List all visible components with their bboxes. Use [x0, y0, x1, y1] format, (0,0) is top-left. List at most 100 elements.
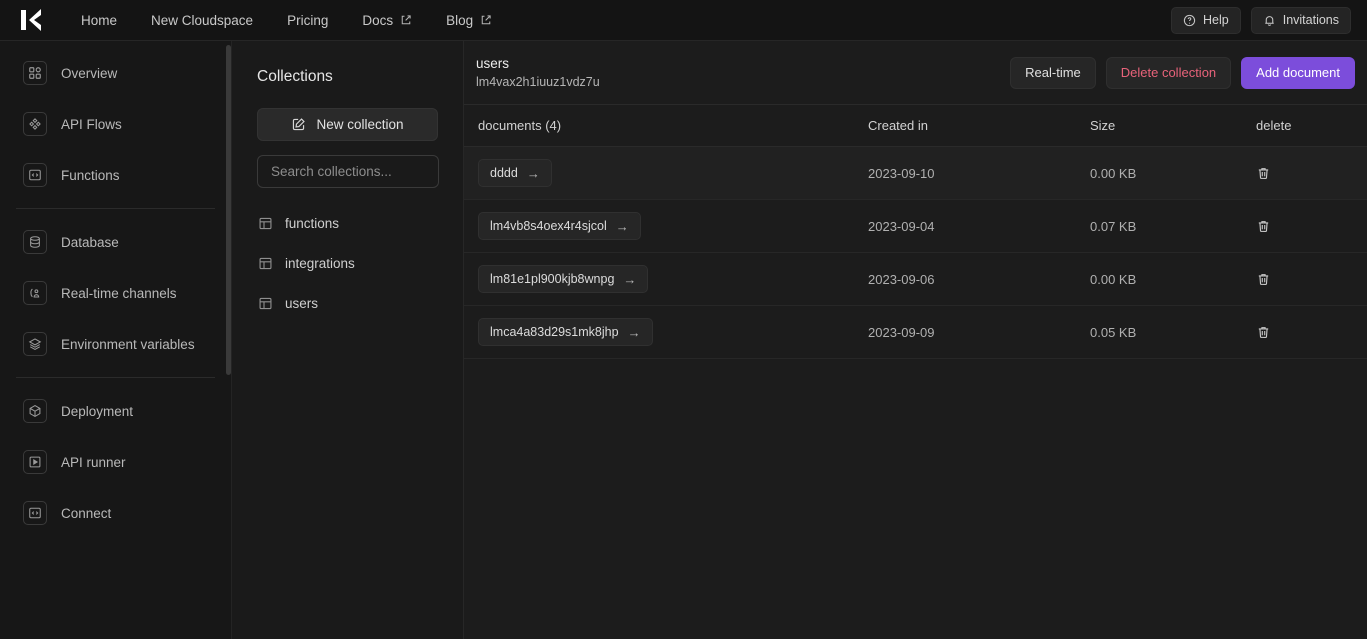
flows-icon — [23, 112, 47, 136]
nav-link-new-cloudspace[interactable]: New Cloudspace — [134, 0, 270, 41]
delete-document-button[interactable] — [1256, 272, 1271, 287]
grid-icon — [23, 61, 47, 85]
sidebar-item-label: Overview — [61, 65, 118, 81]
sidebar-item-label: Functions — [61, 167, 120, 183]
page-title: users — [476, 55, 510, 71]
trash-icon — [1258, 326, 1269, 338]
size-cell: 0.05 KB — [1090, 305, 1256, 359]
nav-link-home[interactable]: Home — [64, 0, 134, 41]
nav-link-label: New Cloudspace — [151, 12, 254, 28]
sidebar-item-overview[interactable]: Overview — [18, 54, 213, 92]
column-header-size: Size — [1090, 105, 1256, 147]
delete-cell — [1256, 199, 1367, 253]
collection-id: lm4vax2h1iuuz1vdz7u — [476, 75, 600, 90]
main-content: users lm4vax2h1iuuz1vdz7u Real-time Dele… — [464, 41, 1367, 639]
collection-header: users lm4vax2h1iuuz1vdz7u Real-time Dele… — [464, 41, 1367, 105]
sidebar-item-label: API runner — [61, 454, 126, 470]
sidebar-item-functions[interactable]: Functions — [18, 156, 213, 194]
sidebar-item-label: Real-time channels — [61, 285, 177, 301]
left-sidebar: Overview API Flows Functions Database Re… — [0, 41, 232, 639]
nav-link-pricing[interactable]: Pricing — [270, 0, 345, 41]
help-button[interactable]: Help — [1171, 6, 1241, 34]
new-collection-label: New collection — [316, 117, 404, 132]
document-id-label: dddd — [490, 166, 518, 180]
table-row[interactable]: lm4vb8s4oex4r4sjcol → 2023-09-04 0.07 KB — [464, 199, 1367, 253]
created-cell: 2023-09-06 — [868, 252, 1090, 306]
table-row[interactable]: lm81e1pl900kjb8wnpg → 2023-09-06 0.00 KB — [464, 252, 1367, 306]
collection-item-label: functions — [285, 215, 340, 231]
invitations-button[interactable]: Invitations — [1250, 6, 1351, 34]
sidebar-item-label: API Flows — [61, 116, 122, 132]
document-chip[interactable]: lm81e1pl900kjb8wnpg → — [478, 265, 649, 293]
column-header-documents: documents (4) — [464, 105, 868, 147]
invitations-label: Invitations — [1282, 13, 1339, 27]
collections-panel: Collections New collection functions int… — [232, 41, 464, 639]
nav-link-blog[interactable]: Blog — [429, 0, 509, 41]
collection-item-label: integrations — [285, 255, 355, 271]
document-chip[interactable]: dddd → — [478, 159, 552, 187]
table-row[interactable]: dddd → 2023-09-10 0.00 KB — [464, 146, 1367, 200]
sidebar-item-environment-variables[interactable]: Environment variables — [18, 325, 213, 363]
broadcast-icon — [23, 281, 47, 305]
navbar-links: Home New Cloudspace Pricing Docs Blog — [64, 0, 509, 41]
sidebar-item-database[interactable]: Database — [18, 223, 213, 261]
column-header-created: Created in — [868, 105, 1090, 147]
document-cell: dddd → — [464, 146, 868, 200]
new-collection-button[interactable]: New collection — [257, 108, 438, 141]
document-cell: lmca4a83d29s1mk8jhp → — [464, 305, 868, 359]
delete-cell — [1256, 305, 1367, 359]
code-icon — [23, 163, 47, 187]
table-row[interactable]: lmca4a83d29s1mk8jhp → 2023-09-09 0.05 KB — [464, 305, 1367, 359]
delete-document-button[interactable] — [1256, 166, 1271, 181]
document-id-label: lm81e1pl900kjb8wnpg — [490, 272, 615, 286]
document-chip[interactable]: lmca4a83d29s1mk8jhp → — [478, 318, 653, 346]
sidebar-item-label: Environment variables — [61, 336, 195, 352]
sidebar-item-real-time-channels[interactable]: Real-time channels — [18, 274, 213, 312]
delete-collection-button[interactable]: Delete collection — [1105, 56, 1232, 89]
sidebar-scrollbar[interactable] — [226, 45, 231, 375]
document-cell: lm81e1pl900kjb8wnpg → — [464, 252, 868, 306]
external-link-icon — [401, 15, 411, 25]
sidebar-item-deployment[interactable]: Deployment — [18, 392, 213, 430]
delete-document-button[interactable] — [1256, 219, 1271, 234]
created-cell: 2023-09-09 — [868, 305, 1090, 359]
trash-icon — [1258, 273, 1269, 285]
brand-logo[interactable] — [0, 0, 64, 41]
collections-title: Collections — [257, 68, 333, 85]
sidebar-item-api-runner[interactable]: API runner — [18, 443, 213, 481]
real-time-button[interactable]: Real-time — [1010, 56, 1096, 89]
sidebar-item-connect[interactable]: Connect — [18, 494, 213, 532]
table-icon — [258, 296, 273, 311]
collection-item-functions[interactable]: functions — [250, 206, 445, 240]
collection-item-label: users — [285, 295, 319, 311]
sidebar-divider — [16, 208, 215, 209]
add-document-button[interactable]: Add document — [1241, 56, 1355, 89]
sidebar-item-label: Connect — [61, 505, 112, 521]
nav-link-docs[interactable]: Docs — [345, 0, 429, 41]
question-circle-icon — [1183, 14, 1196, 26]
column-header-delete: delete — [1256, 105, 1367, 147]
bell-icon — [1264, 15, 1274, 26]
table-icon — [258, 256, 273, 271]
document-cell: lm4vb8s4oex4r4sjcol → — [464, 199, 868, 253]
arrow-right-icon: → — [623, 271, 637, 287]
delete-cell — [1256, 146, 1367, 200]
sidebar-item-api-flows[interactable]: API Flows — [18, 105, 213, 143]
created-cell: 2023-09-10 — [868, 146, 1090, 200]
table-icon — [258, 216, 273, 231]
header-actions: Real-time Delete collection Add document — [1010, 56, 1355, 89]
created-cell: 2023-09-04 — [868, 199, 1090, 253]
collection-item-integrations[interactable]: integrations — [250, 246, 445, 280]
search-collections-input[interactable] — [257, 155, 439, 188]
sidebar-item-label: Database — [61, 234, 119, 250]
collections-list: functions integrations users — [232, 206, 463, 320]
documents-table: documents (4) Created in Size delete ddd… — [464, 105, 1367, 359]
delete-document-button[interactable] — [1256, 325, 1271, 340]
collection-item-users[interactable]: users — [250, 286, 445, 320]
arrow-right-icon: → — [526, 165, 540, 181]
arrow-right-icon: → — [615, 218, 629, 234]
document-chip[interactable]: lm4vb8s4oex4r4sjcol → — [478, 212, 641, 240]
delete-cell — [1256, 252, 1367, 306]
size-cell: 0.07 KB — [1090, 199, 1256, 253]
external-link-icon — [481, 15, 491, 25]
